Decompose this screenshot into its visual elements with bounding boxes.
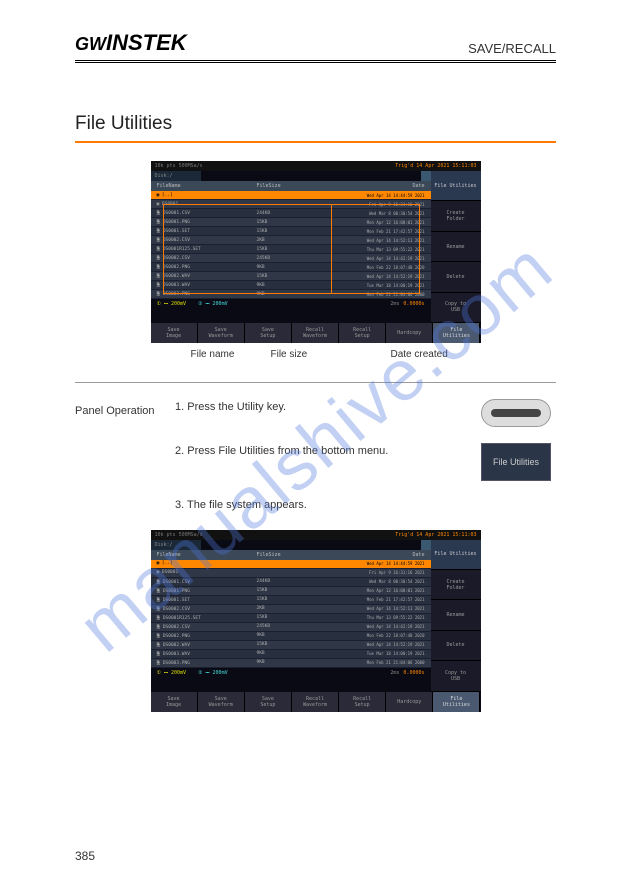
annotation-line xyxy=(419,204,420,294)
step-1: Panel Operation 1. Press the Utility key… xyxy=(75,399,556,427)
file-row: 🗎 DS0002.PNG9KBMon Feb 22 18:07:48 2020 xyxy=(151,263,431,272)
disk-label: Disk:/ xyxy=(151,171,201,181)
file-row: 🗎 DS0003.WAV9KBTue Mar 18 14:00:19 2021 xyxy=(151,650,431,659)
section-title: File Utilities xyxy=(75,113,556,135)
file-row: 🗎 DS0003.PNG9KBMon Feb 21 21:04:06 2000 xyxy=(151,290,431,299)
sc-topbar-info: 10k pts 500MSa/s xyxy=(155,163,203,169)
bottom-button: Save Waveform xyxy=(198,692,245,712)
step-text: 3. The file system appears. xyxy=(175,497,476,514)
step-text: 1. Press the Utility key. xyxy=(175,399,476,416)
col-filename: FileName xyxy=(157,183,257,189)
bottom-button: Save Setup xyxy=(245,323,292,343)
file-row: 🗎 DS0002.WAV15KBWed Apr 14 14:52:19 2021 xyxy=(151,641,431,650)
file-list: ▣ [..]Wed Apr 14 14:44:59 2021▣ DS0001Fr… xyxy=(151,560,431,668)
right-panel-button: Rename xyxy=(431,600,481,630)
right-panel-button: Create Folder xyxy=(431,201,481,231)
file-row: 🗎 DS0002.PNG9KBMon Feb 22 18:07:48 2020 xyxy=(151,632,431,641)
right-panel-button: Delete xyxy=(431,262,481,292)
bottom-button: Recall Setup xyxy=(339,323,386,343)
bottom-button: Hardcopy xyxy=(386,323,433,343)
right-panel-button: Copy to USB xyxy=(431,293,481,323)
file-row: 🗎 DS0003.PNG9KBMon Feb 21 21:04:06 2000 xyxy=(151,659,431,668)
bottom-bar: Save ImageSave WaveformSave SetupRecall … xyxy=(151,323,481,343)
right-panel-button: Delete xyxy=(431,631,481,661)
bottom-button: Recall Waveform xyxy=(292,323,339,343)
step-2: 2. Press File Utilities from the bottom … xyxy=(75,443,556,481)
footer: 385 xyxy=(75,849,556,863)
file-row: 🗎 DS0002.CSV2KBWed Apr 14 14:52:11 2021 xyxy=(151,236,431,245)
utility-key-icon xyxy=(481,399,551,427)
screenshot-file-utilities-annotated: 10k pts 500MSa/s Trig'd 14 Apr 2021 15:1… xyxy=(151,161,481,343)
section-underline xyxy=(75,141,556,143)
page-header: GWINSTEK SAVE/RECALL xyxy=(75,30,556,63)
bottom-button: Recall Waveform xyxy=(292,692,339,712)
file-row: 🗎 DS0002.CSV2KBWed Apr 14 14:52:11 2021 xyxy=(151,605,431,614)
ptr-filename: File name xyxy=(191,349,271,360)
file-row: 🗎 DS0003.WAV9KBTue Mar 18 14:00:19 2021 xyxy=(151,281,431,290)
file-row: 🗎 DS0002.CSV245KBWed Apr 14 14:42:19 202… xyxy=(151,254,431,263)
right-panel-button: File Utilities xyxy=(431,171,481,201)
header-section: SAVE/RECALL xyxy=(468,41,556,56)
ptr-date: Date created xyxy=(391,349,471,360)
right-panel-button: Create Folder xyxy=(431,570,481,600)
right-panel: File UtilitiesCreate FolderRenameDeleteC… xyxy=(431,171,481,323)
right-panel-button: Rename xyxy=(431,232,481,262)
annotation-line xyxy=(331,204,332,294)
file-row: 🗎 DS0001.CSV244KBWed Mar 8 00:30:54 2021 xyxy=(151,209,431,218)
annotation-line xyxy=(163,204,164,294)
file-row: 🗎 DS0001.CSV244KBWed Mar 8 00:30:54 2021 xyxy=(151,578,431,587)
col-filesize: FileSize xyxy=(257,183,337,189)
file-row: ▣ [..]Wed Apr 14 14:44:59 2021 xyxy=(151,191,431,200)
bottom-button: Save Image xyxy=(151,323,198,343)
bottom-button: Recall Setup xyxy=(339,692,386,712)
bottom-button: Save Image xyxy=(151,692,198,712)
annotation-line xyxy=(163,293,419,294)
bottom-button: Save Waveform xyxy=(198,323,245,343)
step-3: 3. The file system appears. xyxy=(75,497,556,514)
step-label: Panel Operation xyxy=(75,399,175,417)
col-date: Date xyxy=(337,183,425,189)
file-row: 🗎 DS0001.PNG15KBMon Apr 12 16:00:01 2021 xyxy=(151,587,431,596)
bottom-button: Hardcopy xyxy=(386,692,433,712)
file-row: ▣ DS0001Fri Apr 9 16:31:16 2021 xyxy=(151,569,431,578)
right-panel-button: File Utilities xyxy=(431,540,481,570)
ptr-filesize: File size xyxy=(271,349,391,360)
annotation-labels: File name File size Date created xyxy=(151,349,481,360)
file-row: 🗎 DS0001.SET15KBMon Feb 21 17:42:57 2021 xyxy=(151,596,431,605)
file-row: 🗎 DS0001.SET15KBMon Feb 21 17:42:57 2021 xyxy=(151,227,431,236)
bottom-button: File Utilities xyxy=(433,692,480,712)
sc-topbar-date: Trig'd 14 Apr 2021 15:11:03 xyxy=(395,163,476,169)
logo: GWINSTEK xyxy=(75,30,187,56)
file-list: ▣ [..]Wed Apr 14 14:44:59 2021▣ DS0001Fr… xyxy=(151,191,431,299)
step-text: 2. Press File Utilities from the bottom … xyxy=(175,443,476,460)
right-panel-button: Copy to USB xyxy=(431,661,481,691)
file-row: 🗎 DS0002.CSV245KBWed Apr 14 14:42:19 202… xyxy=(151,623,431,632)
footer-page: 385 xyxy=(75,849,95,863)
file-utilities-button-graphic: File Utilities xyxy=(481,443,551,481)
file-header-row: FileName FileSize Date xyxy=(151,181,431,191)
screenshot-file-utilities: 10k pts 500MSa/s Trig'd 14 Apr 2021 15:1… xyxy=(151,530,481,712)
file-row: 🗎 DS0001R125.SET15KBThu Mar 13 09:55:22 … xyxy=(151,614,431,623)
divider xyxy=(75,382,556,383)
annotation-line xyxy=(163,204,419,205)
file-row: ▣ [..]Wed Apr 14 14:44:59 2021 xyxy=(151,560,431,569)
file-row: 🗎 DS0001.PNG15KBMon Apr 12 16:00:01 2021 xyxy=(151,218,431,227)
bottom-button: Save Setup xyxy=(245,692,292,712)
file-row: 🗎 DS0001R125.SET15KBThu Mar 13 09:55:22 … xyxy=(151,245,431,254)
bottom-button: File Utilities xyxy=(433,323,480,343)
file-row: 🗎 DS0002.WAV15KBWed Apr 14 14:52:19 2021 xyxy=(151,272,431,281)
status-bar: ① ⎓ 200mV ② ⎓ 200mV 2ms 0.0000s xyxy=(151,299,431,309)
